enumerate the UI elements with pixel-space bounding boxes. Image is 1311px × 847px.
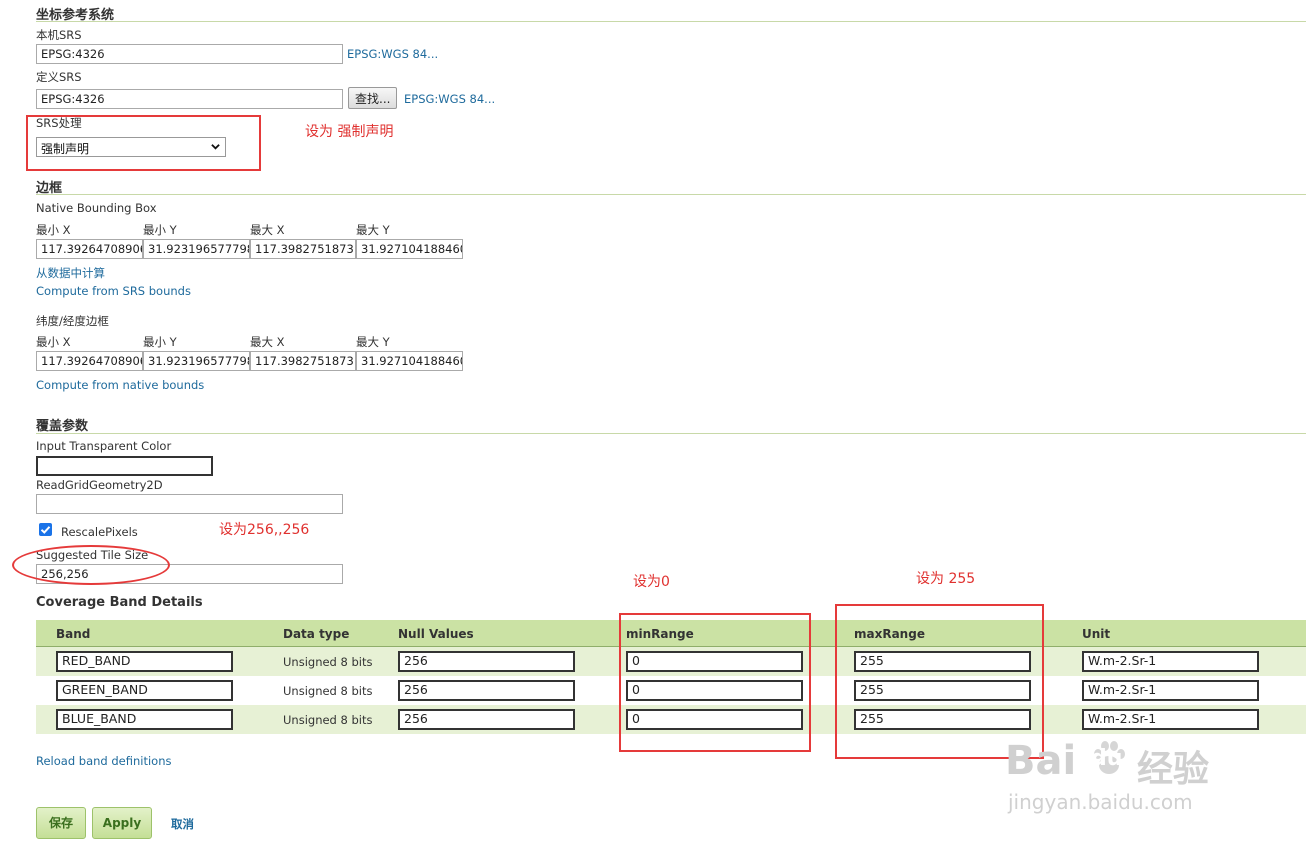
native-maxx-label: 最大 X xyxy=(250,223,285,237)
native-bbox-label: Native Bounding Box xyxy=(36,201,157,215)
native-srs-link[interactable]: EPSG:WGS 84... xyxy=(347,47,438,61)
tile-size-highlight-oval xyxy=(12,545,170,585)
coverage-section-title: 覆盖参数 xyxy=(36,419,89,434)
unit-input[interactable]: W.m-2.Sr-1 xyxy=(1082,651,1259,672)
null-value-input[interactable]: 256 xyxy=(398,709,575,730)
rescale-pixels-label: RescalePixels xyxy=(61,525,138,539)
latlon-maxy-label: 最大 Y xyxy=(356,335,390,349)
read-grid-label: ReadGridGeometry2D xyxy=(36,478,163,492)
watermark-url: jingyan.baidu.com xyxy=(1008,790,1193,814)
crs-section-divider xyxy=(36,21,1306,22)
srs-highlight-box xyxy=(26,115,261,171)
native-minx-label: 最小 X xyxy=(36,223,71,237)
watermark-brand-du: du xyxy=(1091,746,1123,771)
baidu-watermark-logo: Bai du 经验 xyxy=(1005,738,1305,790)
read-grid-input[interactable] xyxy=(36,494,343,514)
latlon-bbox-label: 纬度/经度边框 xyxy=(36,314,109,328)
band-name-input[interactable]: RED_BAND xyxy=(56,651,233,672)
band-datatype: Unsigned 8 bits xyxy=(283,655,373,669)
native-srs-label: 本机SRS xyxy=(36,28,82,42)
latlon-miny-input[interactable]: 31.9231965777989 xyxy=(143,351,250,371)
band-name-input[interactable]: GREEN_BAND xyxy=(56,680,233,701)
native-minx-input[interactable]: 117.392647089065 xyxy=(36,239,143,259)
save-button[interactable]: 保存 xyxy=(36,807,86,839)
max-range-highlight-box xyxy=(835,604,1044,759)
native-maxx-input[interactable]: 117.398275187317 xyxy=(250,239,356,259)
compute-from-srs-link[interactable]: Compute from SRS bounds xyxy=(36,284,191,298)
band-datatype: Unsigned 8 bits xyxy=(283,713,373,727)
find-srs-button[interactable]: 查找... xyxy=(348,87,398,109)
native-miny-label: 最小 Y xyxy=(143,223,177,237)
declared-srs-input[interactable]: EPSG:4326 xyxy=(36,89,343,109)
null-value-input[interactable]: 256 xyxy=(398,680,575,701)
compute-from-native-link[interactable]: Compute from native bounds xyxy=(36,378,204,392)
latlon-minx-label: 最小 X xyxy=(36,335,71,349)
watermark-cn: 经验 xyxy=(1137,749,1210,790)
latlon-miny-label: 最小 Y xyxy=(143,335,177,349)
transparent-color-label: Input Transparent Color xyxy=(36,439,172,453)
declared-srs-label: 定义SRS xyxy=(36,70,82,84)
coverage-section-divider xyxy=(36,433,1306,434)
compute-from-data-link[interactable]: 从数据中计算 xyxy=(36,265,105,281)
watermark-brand: Bai xyxy=(1005,738,1077,784)
latlon-maxx-input[interactable]: 117.398275187317 xyxy=(250,351,356,371)
band-section-title: Coverage Band Details xyxy=(36,595,203,610)
latlon-maxx-label: 最大 X xyxy=(250,335,285,349)
min-range-annotation: 设为0 xyxy=(633,574,670,590)
band-datatype: Unsigned 8 bits xyxy=(283,684,373,698)
band-col-header: Band xyxy=(56,627,91,641)
unit-col-header: Unit xyxy=(1082,627,1111,641)
native-srs-input[interactable]: EPSG:4326 xyxy=(36,44,343,64)
checkmark-icon xyxy=(40,526,51,534)
latlon-minx-input[interactable]: 117.392647089065 xyxy=(36,351,143,371)
srs-annotation: 设为 强制声明 xyxy=(305,124,394,140)
unit-input[interactable]: W.m-2.Sr-1 xyxy=(1082,709,1259,730)
transparent-color-input[interactable] xyxy=(36,456,213,476)
min-range-highlight-box xyxy=(619,613,811,752)
latlon-maxy-input[interactable]: 31.927104188460 xyxy=(356,351,463,371)
cancel-link[interactable]: 取消 xyxy=(171,816,194,832)
native-maxy-input[interactable]: 31.927104188460 xyxy=(356,239,463,259)
datatype-col-header: Data type xyxy=(283,627,350,641)
reload-bands-link[interactable]: Reload band definitions xyxy=(36,754,172,768)
bbox-section-divider xyxy=(36,194,1306,195)
native-maxy-label: 最大 Y xyxy=(356,223,390,237)
declared-srs-link[interactable]: EPSG:WGS 84... xyxy=(404,92,495,106)
apply-button[interactable]: Apply xyxy=(92,807,152,839)
rescale-pixels-checkbox[interactable] xyxy=(39,523,52,536)
unit-input[interactable]: W.m-2.Sr-1 xyxy=(1082,680,1259,701)
band-name-input[interactable]: BLUE_BAND xyxy=(56,709,233,730)
null-value-input[interactable]: 256 xyxy=(398,651,575,672)
max-range-annotation: 设为 255 xyxy=(916,571,976,587)
tile-size-annotation: 设为256,,256 xyxy=(219,522,310,538)
native-miny-input[interactable]: 31.9231965777989 xyxy=(143,239,250,259)
nullvalues-col-header: Null Values xyxy=(398,627,474,641)
